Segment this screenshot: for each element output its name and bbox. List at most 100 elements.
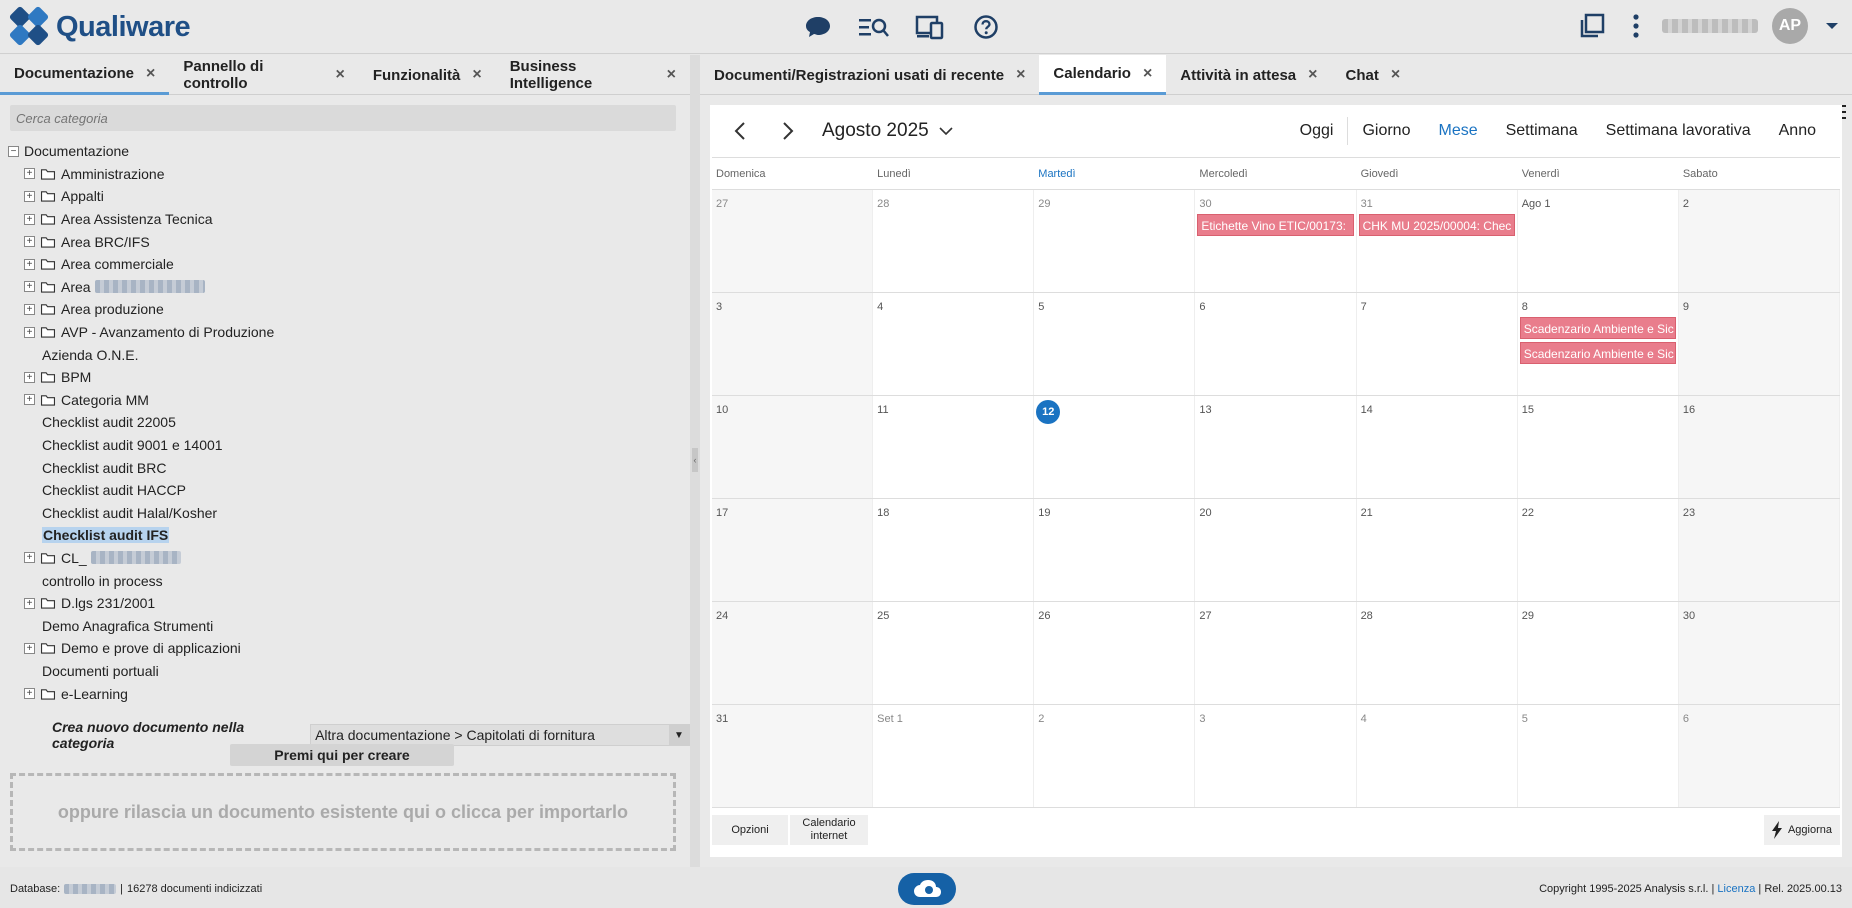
close-icon[interactable]: × <box>1308 66 1317 84</box>
expand-icon[interactable]: + <box>24 688 35 700</box>
day-cell[interactable]: 28 <box>1357 602 1518 704</box>
tree-item[interactable]: + Appalti <box>8 185 678 208</box>
tab-documentazione[interactable]: Documentazione × <box>0 55 170 95</box>
chevron-down-icon[interactable]: ▼ <box>669 725 689 745</box>
day-cell[interactable]: 4 <box>1357 705 1518 807</box>
view-option[interactable]: Settimana lavorativa <box>1592 122 1765 140</box>
day-cell[interactable]: 10 <box>712 396 874 498</box>
day-cell[interactable]: 27 <box>1195 602 1357 704</box>
day-cell[interactable]: 22 <box>1518 499 1679 601</box>
day-cell[interactable]: 2 <box>1034 705 1196 807</box>
day-cell[interactable]: 6 <box>1195 293 1357 395</box>
close-icon[interactable]: × <box>472 66 481 84</box>
close-icon[interactable]: × <box>1143 65 1152 83</box>
expand-icon[interactable]: + <box>24 236 35 248</box>
refresh-button[interactable]: Aggiorna <box>1764 815 1840 845</box>
tree-item[interactable]: + e-Learning <box>8 682 678 705</box>
day-cell[interactable]: 27 <box>712 190 874 292</box>
tree-item[interactable]: + Area BRC/IFS <box>8 230 678 253</box>
day-cell[interactable]: 11 <box>873 396 1035 498</box>
chevron-right-icon[interactable] <box>768 111 808 151</box>
day-cell[interactable]: 5 <box>1518 705 1679 807</box>
day-cell[interactable]: 2 <box>1678 190 1840 292</box>
calendar-event[interactable]: Etichette Vino ETIC/00173: <box>1197 214 1354 236</box>
tree-item[interactable]: + Amministrazione <box>8 163 678 186</box>
search-list-icon[interactable] <box>856 10 892 44</box>
day-cell[interactable]: 3 <box>1195 705 1357 807</box>
day-cell[interactable]: 7 <box>1357 293 1518 395</box>
calendar-event[interactable]: CHK MU 2025/00004: Chec <box>1358 214 1515 236</box>
tree-item[interactable]: + AVP - Avanzamento di Produzione <box>8 321 678 344</box>
calendar-event[interactable]: Scadenzario Ambiente e Sic <box>1519 317 1676 339</box>
day-cell[interactable]: 14 <box>1357 396 1518 498</box>
view-option[interactable]: Settimana <box>1492 122 1592 140</box>
expand-icon[interactable]: + <box>24 303 35 315</box>
calendar-event[interactable]: Scadenzario Ambiente e Sic <box>1519 342 1676 364</box>
expand-icon[interactable]: + <box>24 371 35 383</box>
tree-item[interactable]: + Area commerciale <box>8 253 678 276</box>
day-cell[interactable]: 6 <box>1678 705 1840 807</box>
tab-calendario[interactable]: Calendario × <box>1039 55 1167 95</box>
day-cell[interactable]: 26 <box>1034 602 1196 704</box>
splitter-handle-icon[interactable]: ‹ <box>692 448 698 472</box>
chat-bubble-icon[interactable] <box>800 10 836 44</box>
expand-icon[interactable]: + <box>24 190 35 202</box>
tab-business-intelligence[interactable]: Business Intelligence × <box>496 55 690 95</box>
day-cell[interactable]: 18 <box>873 499 1035 601</box>
tree-item[interactable]: Azienda O.N.E. <box>8 343 678 366</box>
expand-icon[interactable]: + <box>24 642 35 654</box>
chevron-down-icon[interactable] <box>1822 16 1842 36</box>
view-option[interactable]: Mese <box>1424 122 1491 140</box>
close-icon[interactable]: × <box>336 66 345 84</box>
day-cell[interactable]: 23 <box>1678 499 1840 601</box>
day-cell[interactable]: 3 <box>712 293 874 395</box>
options-button[interactable]: Opzioni <box>712 815 788 845</box>
expand-icon[interactable]: + <box>24 597 35 609</box>
tree-item[interactable]: + Area Assistenza Tecnica <box>8 208 678 231</box>
day-cell[interactable]: Set 1 <box>873 705 1035 807</box>
expand-icon[interactable]: + <box>24 213 35 225</box>
internet-calendar-button[interactable]: Calendario internet <box>790 815 868 845</box>
close-icon[interactable]: × <box>667 66 676 84</box>
expand-icon[interactable]: + <box>24 552 35 564</box>
category-search-input[interactable] <box>10 105 676 131</box>
tree-item[interactable]: + CL_ <box>8 547 678 570</box>
day-cell[interactable]: 29 <box>1518 602 1679 704</box>
category-select[interactable]: Altra documentazione > Capitolati di for… <box>310 724 690 746</box>
expand-icon[interactable]: + <box>24 326 35 338</box>
collapse-icon[interactable]: − <box>8 145 19 157</box>
day-cell[interactable]: 30 Etichette Vino ETIC/00173: <box>1195 190 1357 292</box>
day-cell[interactable]: 29 <box>1034 190 1196 292</box>
day-cell[interactable]: 4 <box>873 293 1035 395</box>
tree-item[interactable]: + Demo e prove di applicazioni <box>8 637 678 660</box>
windows-icon[interactable] <box>1574 9 1610 43</box>
tree-item[interactable]: + BPM <box>8 366 678 389</box>
cloud-chat-button[interactable] <box>898 873 956 905</box>
create-button[interactable]: Premi qui per creare <box>230 744 454 766</box>
tree-item[interactable]: Demo Anagrafica Strumenti <box>8 614 678 637</box>
import-dropzone[interactable]: oppure rilascia un documento esistente q… <box>10 773 676 851</box>
day-cell[interactable]: 15 <box>1518 396 1679 498</box>
day-cell[interactable]: 19 <box>1034 499 1196 601</box>
day-cell[interactable]: 21 <box>1357 499 1518 601</box>
close-icon[interactable]: × <box>1016 66 1025 84</box>
month-selector[interactable]: Agosto 2025 <box>822 120 953 142</box>
view-option[interactable]: Anno <box>1765 122 1830 140</box>
avatar[interactable]: AP <box>1772 8 1808 44</box>
close-icon[interactable]: × <box>1391 66 1400 84</box>
tab-attivita-in-attesa[interactable]: Attività in attesa × <box>1166 55 1331 95</box>
day-cell[interactable]: 20 <box>1195 499 1357 601</box>
tree-root[interactable]: − Documentazione <box>8 140 678 163</box>
close-icon[interactable]: × <box>146 65 155 83</box>
expand-icon[interactable]: + <box>24 394 35 406</box>
tree-item[interactable]: Checklist audit 9001 e 14001 <box>8 434 678 457</box>
chevron-left-icon[interactable] <box>720 111 760 151</box>
tab-documenti-recenti[interactable]: Documenti/Registrazioni usati di recente… <box>700 55 1039 95</box>
tab-funzionalita[interactable]: Funzionalità × <box>359 55 496 95</box>
view-option[interactable]: Giorno <box>1348 122 1424 140</box>
view-today[interactable]: Oggi <box>1286 122 1348 140</box>
tree-item[interactable]: controllo in process <box>8 569 678 592</box>
day-cell[interactable]: 24 <box>712 602 874 704</box>
tree-item[interactable]: Documenti portuali <box>8 660 678 683</box>
tab-chat[interactable]: Chat × <box>1332 55 1415 95</box>
